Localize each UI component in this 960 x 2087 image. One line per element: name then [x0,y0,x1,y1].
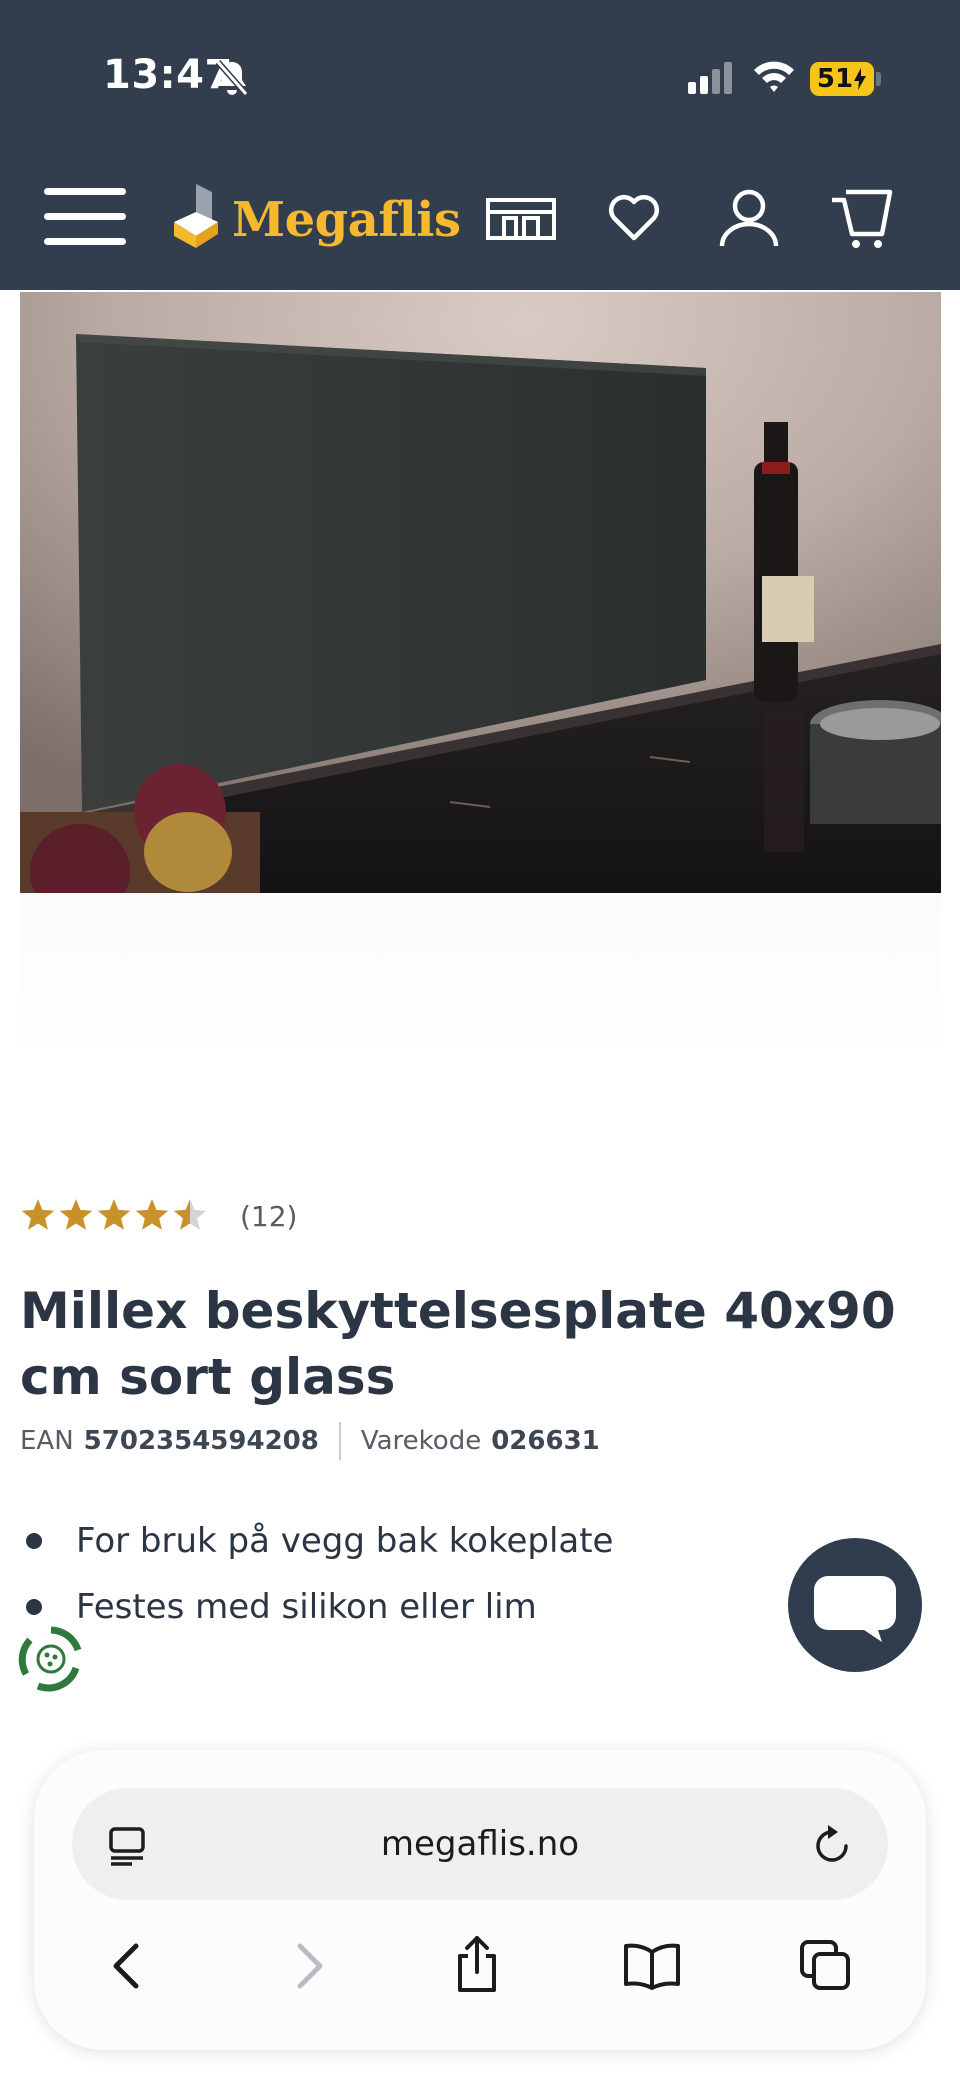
review-count[interactable]: (12) [240,1200,297,1233]
signal-icon [688,62,732,94]
battery-level: 51 [816,64,854,94]
menu-icon[interactable] [44,186,126,248]
forward-icon[interactable] [290,1942,330,1990]
cart-icon[interactable] [830,188,894,250]
product-image[interactable] [20,292,941,893]
address-bar[interactable]: megaflis.no [72,1788,888,1900]
browser-toolbar: megaflis.no [34,1750,926,2050]
recycle-eco-icon[interactable] [16,1624,86,1694]
bookmarks-icon[interactable] [622,1942,682,1990]
charging-bolt-icon [854,68,867,90]
heart-icon[interactable] [606,192,662,242]
star-icon [21,1199,55,1230]
star-icon [97,1199,131,1230]
feature-item: For bruk på vegg bak kokeplate [20,1508,613,1574]
ean-label: EAN [20,1426,74,1456]
star-icon [173,1199,207,1230]
feature-list: For bruk på vegg bak kokeplate Festes me… [20,1508,613,1640]
sku-label: Varekode [360,1426,482,1456]
site-header: 13:47 51 Megaflis [0,0,960,290]
chat-bubble-icon [814,1576,896,1642]
tabs-icon[interactable] [798,1938,854,1994]
back-icon[interactable] [106,1942,146,1990]
brand-logo[interactable]: Megaflis [232,192,461,248]
sku-value: 026631 [491,1426,600,1456]
battery-cap [876,72,881,86]
bullet-dot [26,1599,42,1615]
store-icon[interactable] [484,196,558,242]
battery-icon: 51 [810,62,874,96]
feature-text: Festes med silikon eller lim [76,1587,537,1627]
code-separator [338,1422,341,1460]
star-rating[interactable] [20,1198,210,1234]
user-icon[interactable] [718,188,780,250]
feature-item: Festes med silikon eller lim [20,1574,613,1640]
star-icon [59,1199,93,1230]
feature-text: For bruk på vegg bak kokeplate [76,1521,614,1561]
logo-mark-icon[interactable] [168,182,222,252]
rating-stars [21,1199,207,1230]
chat-button[interactable] [788,1538,922,1672]
product-codes: EAN 5702354594208 Varekode 026631 [20,1422,600,1460]
bullet-dot [26,1533,42,1549]
wifi-icon [754,61,794,92]
ean-value: 5702354594208 [83,1426,319,1456]
reader-icon[interactable] [108,1826,146,1866]
star-icon [135,1199,169,1230]
reload-icon[interactable] [812,1824,852,1866]
product-title: Millex beskyttelsesplate 40x90 cm sort g… [20,1282,896,1406]
bell-off-icon [215,60,249,96]
share-icon[interactable] [452,1934,502,1994]
url-text[interactable]: megaflis.no [72,1788,888,1900]
image-gallery-placeholder [20,893,941,1063]
